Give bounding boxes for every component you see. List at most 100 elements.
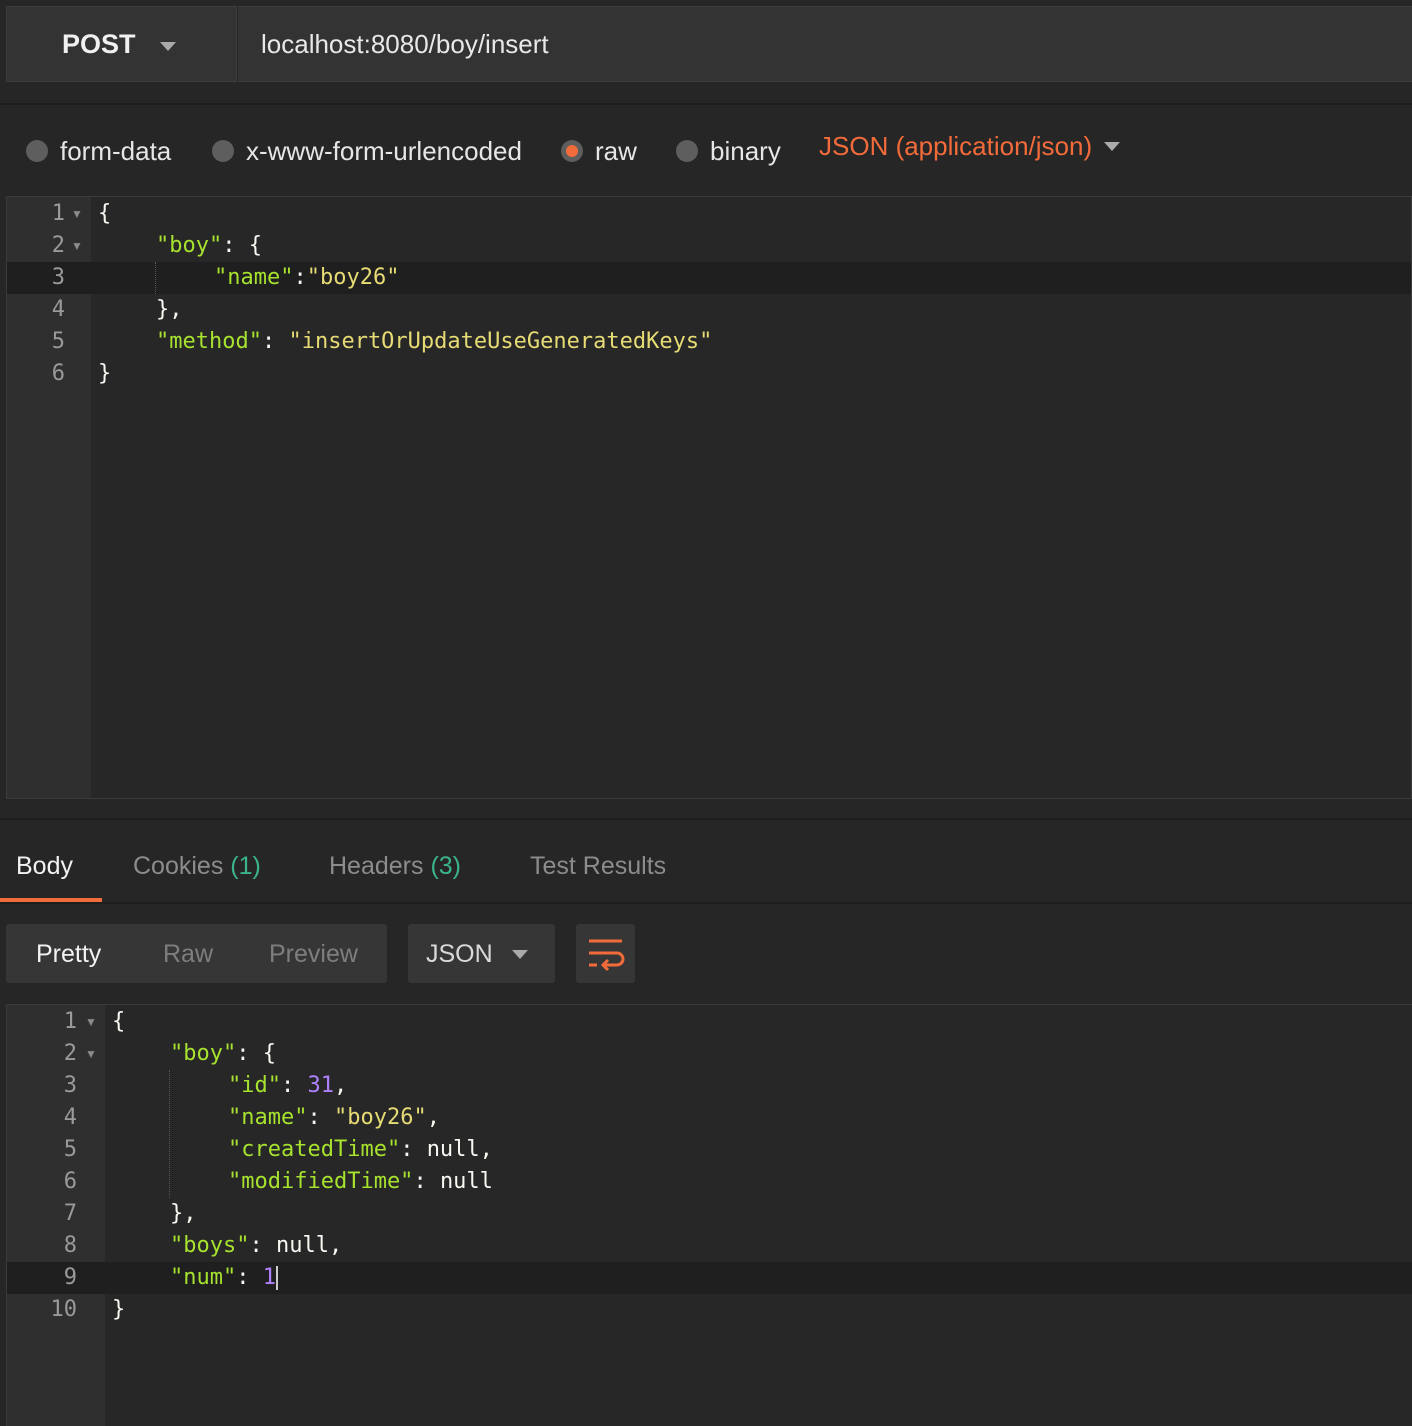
method-dropdown[interactable]: POST: [6, 6, 237, 82]
view-mode-group: Pretty Raw Preview: [6, 924, 387, 983]
radio-dot-icon: [676, 140, 698, 162]
line-number: 7: [63, 1201, 77, 1226]
json-number: 31: [307, 1073, 334, 1098]
radio-selected-icon: [561, 140, 583, 162]
radio-label: binary: [710, 135, 781, 166]
json-number: 1: [262, 1265, 276, 1290]
fold-arrow-icon[interactable]: ▼: [85, 1006, 97, 1038]
line-number: 6: [51, 361, 65, 386]
code-line: 1 ▼ {: [7, 198, 1411, 230]
format-dropdown[interactable]: JSON: [408, 924, 555, 983]
json-null: null: [426, 1137, 480, 1162]
json-key: "createdTime": [228, 1137, 401, 1162]
code-line: 2 ▼ "boy": {: [7, 230, 1411, 262]
code-line: 4 "name": "boy26",: [7, 1102, 1412, 1134]
code-line: 1 ▼ {: [7, 1006, 1412, 1038]
radio-urlencoded[interactable]: x-www-form-urlencoded: [212, 131, 522, 171]
line-number: 5: [63, 1137, 77, 1162]
code-line: 8 "boys": null,: [7, 1230, 1412, 1262]
tab-label: Headers: [329, 852, 424, 880]
code-line: 3 "id": 31,: [7, 1070, 1412, 1102]
content-type-label: JSON (application/json): [819, 131, 1093, 161]
wrap-lines-icon: [589, 939, 625, 972]
fold-arrow-icon[interactable]: ▼: [71, 198, 83, 230]
json-key: "boy": [170, 1041, 237, 1066]
content-type-dropdown[interactable]: JSON (application/json): [819, 131, 1092, 162]
chevron-down-icon: [160, 42, 176, 51]
url-text: localhost:8080/boy/insert: [261, 29, 549, 59]
code-line: 7 },: [7, 1198, 1412, 1230]
indent-guide: [169, 1070, 170, 1198]
radio-dot-icon: [26, 140, 48, 162]
line-number: 8: [63, 1233, 77, 1258]
line-number: 4: [63, 1105, 77, 1130]
radio-label: raw: [595, 135, 637, 166]
json-key: "boys": [170, 1233, 250, 1258]
chevron-down-icon[interactable]: [1104, 142, 1120, 151]
line-number: 3: [51, 265, 65, 290]
method-label: POST: [62, 29, 136, 59]
json-string: "boy26": [333, 1105, 427, 1130]
line-number: 4: [51, 297, 65, 322]
line-number: 9: [63, 1265, 77, 1290]
tab-headers[interactable]: Headers (3): [329, 852, 461, 881]
code-line: 6 }: [7, 358, 1411, 390]
tab-label: Cookies: [133, 852, 224, 880]
wrap-lines-button[interactable]: [576, 924, 635, 983]
json-string: "boy26": [306, 265, 400, 290]
radio-label: form-data: [60, 135, 172, 166]
json-key: "num": [170, 1265, 237, 1290]
response-body-viewer[interactable]: 1 ▼ { 2 ▼ "boy": { 3 "id": 31, 4 "name":…: [6, 1004, 1412, 1426]
format-label: JSON: [426, 940, 493, 968]
code-line-active: 9 "num": 1: [7, 1262, 1412, 1294]
code-line: 2 ▼ "boy": {: [7, 1038, 1412, 1070]
code-line: 5 "method": "insertOrUpdateUseGeneratedK…: [7, 326, 1411, 358]
request-body-editor[interactable]: 1 ▼ { 2 ▼ "boy": { 3 "name":"boy26" 4 },…: [6, 196, 1412, 799]
radio-label: x-www-form-urlencoded: [246, 135, 522, 166]
radio-raw[interactable]: raw: [561, 131, 637, 171]
line-number: 3: [63, 1073, 77, 1098]
count-badge: (3): [430, 852, 462, 880]
count-badge: (1): [230, 852, 261, 880]
line-number: 2: [51, 233, 65, 258]
raw-button[interactable]: Raw: [163, 940, 213, 969]
body-type-selector: form-data x-www-form-urlencoded raw bina…: [0, 105, 1412, 196]
code-line: 5 "createdTime": null,: [7, 1134, 1412, 1166]
request-url-bar: POST localhost:8080/boy/insert: [0, 0, 1412, 104]
radio-dot-icon: [212, 140, 234, 162]
response-tabs: Body Cookies (1) Headers (3) Test Result…: [0, 820, 1412, 904]
pretty-button[interactable]: Pretty: [36, 940, 101, 969]
line-number: 1: [63, 1009, 77, 1034]
line-number: 6: [63, 1169, 77, 1194]
line-number: 5: [51, 329, 65, 354]
tab-cookies[interactable]: Cookies (1): [133, 852, 261, 881]
code-line: 10 }: [7, 1294, 1412, 1326]
text-cursor: [275, 1266, 278, 1290]
json-key: "id": [228, 1073, 281, 1098]
url-input[interactable]: localhost:8080/boy/insert: [238, 6, 1412, 82]
fold-arrow-icon[interactable]: ▼: [71, 230, 83, 262]
fold-arrow-icon[interactable]: ▼: [85, 1038, 97, 1070]
json-string: "insertOrUpdateUseGeneratedKeys": [288, 329, 713, 354]
json-key: "name": [214, 265, 294, 290]
tab-body[interactable]: Body: [16, 852, 73, 881]
code-line: 4 },: [7, 294, 1411, 326]
json-null: null: [275, 1233, 329, 1258]
code-line-active: 3 "name":"boy26": [7, 262, 1411, 294]
radio-form-data[interactable]: form-data: [26, 131, 171, 171]
chevron-down-icon: [512, 950, 528, 959]
json-null: null: [439, 1169, 493, 1194]
line-number: 1: [51, 201, 65, 226]
radio-binary[interactable]: binary: [676, 131, 781, 171]
indent-guide: [155, 262, 156, 294]
line-number: 2: [63, 1041, 77, 1066]
json-key: "name": [228, 1105, 308, 1130]
json-key: "modifiedTime": [228, 1169, 414, 1194]
json-key: "method": [156, 329, 262, 354]
active-tab-indicator: [0, 898, 102, 902]
json-key: "boy": [156, 233, 223, 258]
line-number: 10: [50, 1297, 78, 1322]
code-line: 6 "modifiedTime": null: [7, 1166, 1412, 1198]
tab-test-results[interactable]: Test Results: [530, 852, 666, 881]
preview-button[interactable]: Preview: [269, 940, 358, 969]
